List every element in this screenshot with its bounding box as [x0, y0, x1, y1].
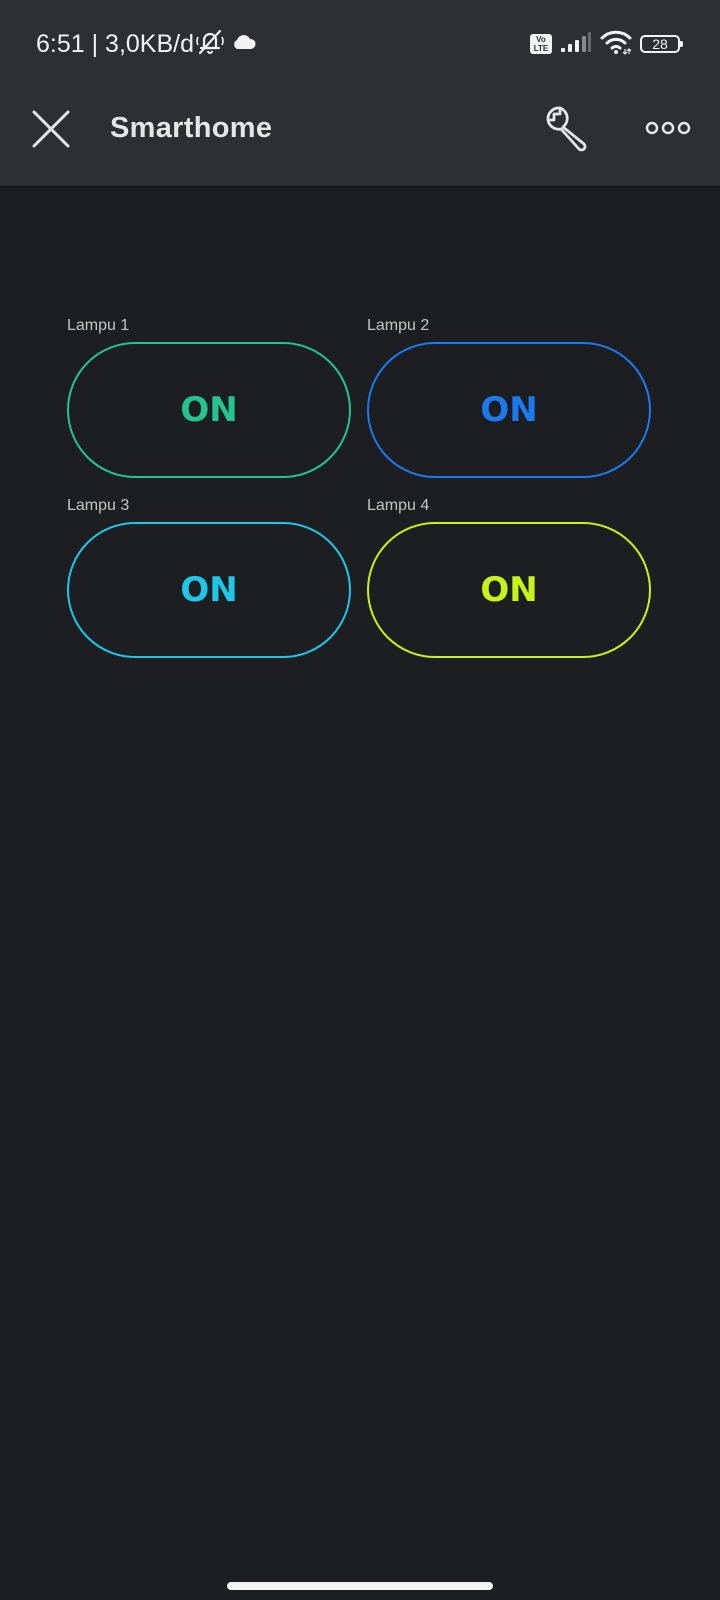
status-icons-right: Vo LTE 28 — [530, 29, 683, 60]
cloud-icon — [231, 33, 257, 56]
lamp-2-toggle-button[interactable]: ON — [367, 342, 651, 478]
lamp-1-toggle-button[interactable]: ON — [67, 342, 351, 478]
app-bar: Smarthome — [0, 88, 720, 187]
volte-icon: Vo LTE — [530, 34, 552, 54]
lamp-3-toggle-button[interactable]: ON — [67, 522, 351, 658]
lamp-3-label: Lampu 3 — [67, 497, 130, 514]
lamp-4-toggle-button[interactable]: ON — [367, 522, 651, 658]
close-button[interactable] — [28, 106, 74, 152]
home-indicator[interactable] — [227, 1582, 493, 1590]
app-screen: 6:51 | 3,0KB/d Vo LTE 28 Smarthome Lampu… — [0, 0, 720, 1600]
more-icon — [645, 121, 691, 135]
lamp-2-label: Lampu 2 — [367, 317, 430, 334]
status-icons-left — [195, 29, 257, 59]
signal-icon — [560, 31, 592, 58]
page-title: Smarthome — [110, 112, 273, 144]
mute-bell-icon — [195, 28, 225, 61]
battery-icon: 28 — [640, 35, 683, 53]
status-bar: 6:51 | 3,0KB/d Vo LTE 28 — [0, 0, 720, 88]
lamp-4-label: Lampu 4 — [367, 497, 430, 514]
battery-level: 28 — [652, 36, 668, 52]
wifi-icon — [600, 29, 632, 60]
wrench-icon — [546, 106, 587, 152]
lamp-1-label: Lampu 1 — [67, 317, 130, 334]
status-time: 6:51 | 3,0KB/d — [36, 30, 194, 58]
volte-top-text: Vo — [536, 35, 546, 44]
volte-bottom-text: LTE — [533, 44, 549, 53]
close-icon — [32, 110, 70, 148]
more-options-button[interactable] — [644, 110, 692, 146]
settings-button[interactable] — [540, 102, 592, 154]
